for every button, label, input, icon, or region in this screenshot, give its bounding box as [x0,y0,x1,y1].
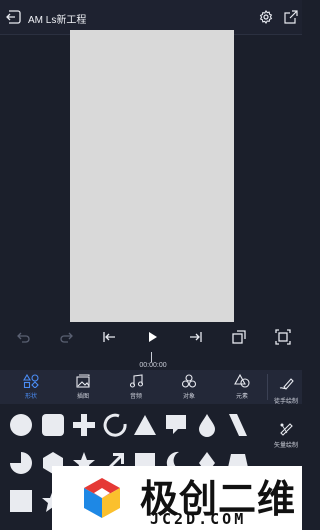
element-icon [234,374,250,388]
arc-shape[interactable] [101,412,127,438]
tab-label: 元素 [235,394,248,400]
music-icon [129,374,144,388]
cross-shape[interactable] [71,412,97,438]
tab-label: 形状 [24,394,37,400]
tab-label: 插图 [76,394,89,400]
cube-logo-icon [82,476,122,520]
tab-element[interactable]: 元素 [218,372,266,402]
freehand-draw-button[interactable]: 徒手绘制 [270,372,302,408]
skip-start-icon[interactable] [100,328,118,346]
fit-screen-icon[interactable] [274,328,292,346]
skip-end-icon[interactable] [187,328,205,346]
freehand-draw-icon [279,378,294,390]
side-tool-label: 矢量绘制 [273,443,298,449]
tab-illustration[interactable]: 插图 [59,372,107,402]
undo-icon[interactable] [14,328,32,346]
watermark-en: JC2D.COM [150,510,247,528]
playhead[interactable] [151,352,152,362]
redo-icon[interactable] [58,328,76,346]
tab-label: 对象 [182,394,195,400]
circle-shape[interactable] [8,412,34,438]
tab-audio[interactable]: 音频 [112,372,160,402]
back-arrow-icon[interactable] [6,9,22,25]
tab-label: 音频 [129,394,142,400]
top-bar: AM Ls新工程 [0,0,302,34]
export-icon[interactable] [284,10,298,24]
side-tool-label: 徒手绘制 [273,399,298,405]
timeline[interactable]: 00:00:00 [0,352,302,370]
project-title: AM Ls新工程 [28,15,87,26]
triangle-shape[interactable] [132,412,158,438]
parallelogram-shape[interactable] [225,412,251,438]
play-icon[interactable] [143,328,161,346]
category-tabs: 形状 插图 音频 对象 元素 [0,370,302,404]
vector-draw-button[interactable]: 矢量绘制 [270,416,302,452]
loop-icon[interactable] [230,328,248,346]
speech-bubble-shape[interactable] [163,412,189,438]
tab-shape[interactable]: 形状 [7,372,55,402]
vector-draw-icon [280,423,293,436]
shape-icon [23,374,39,388]
timecode: 00:00:00 [139,362,167,369]
tab-divider [267,374,268,400]
square-outline-shape[interactable] [8,488,34,514]
tab-object[interactable]: 对象 [165,372,213,402]
watermark: 极创二维 JC2D.COM [52,466,302,530]
pie-shape[interactable] [8,450,34,476]
object-icon [181,374,197,388]
playback-controls [0,322,302,352]
rounded-square-shape[interactable] [40,412,66,438]
gear-icon[interactable] [259,10,273,24]
image-icon [76,374,90,388]
stage-canvas[interactable] [70,30,234,322]
drop-shape[interactable] [194,412,220,438]
